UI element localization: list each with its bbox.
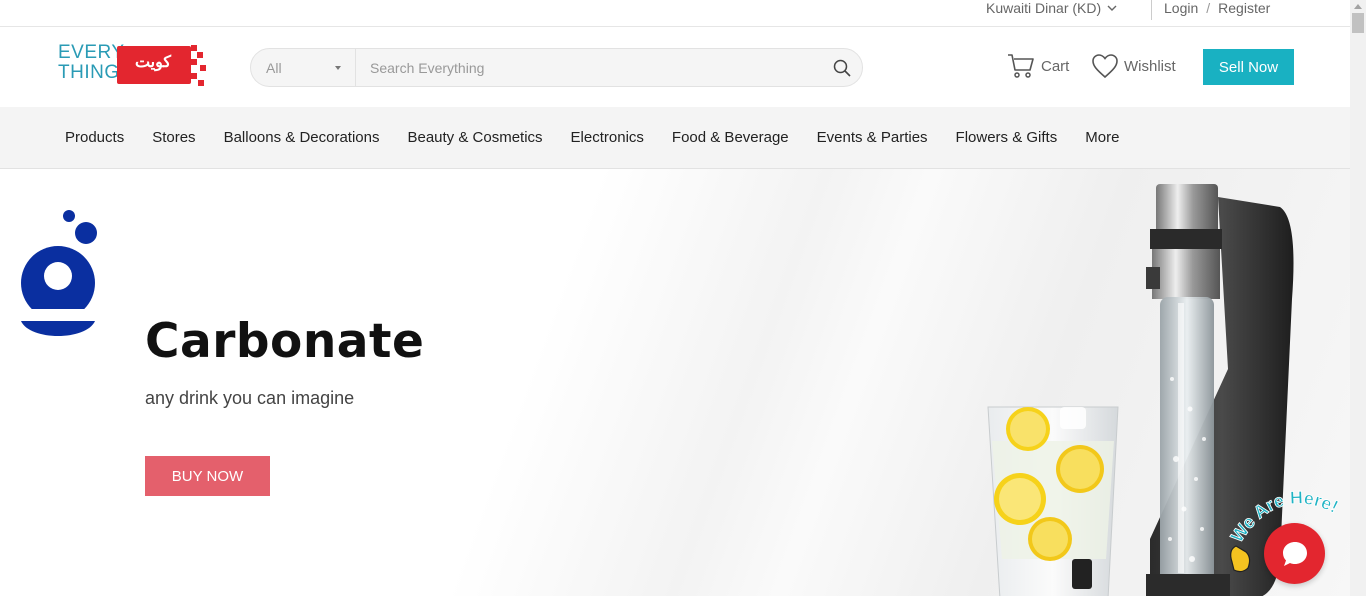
caret-down-icon <box>335 65 341 70</box>
heart-icon <box>1092 54 1118 79</box>
logo-pixel <box>191 45 197 51</box>
brand-bubble-logo <box>18 210 100 336</box>
cart-icon <box>1008 54 1034 78</box>
topbar-divider <box>1151 0 1152 20</box>
search-input[interactable] <box>356 49 822 86</box>
site-header: EVERY THING كويت All Cart Wishlist Sell … <box>0 27 1350 107</box>
register-link[interactable]: Register <box>1218 0 1270 17</box>
search-category-value: All <box>266 59 282 76</box>
hero-title: Carbonate <box>145 314 425 369</box>
wave-hand-icon <box>1230 545 1251 573</box>
logo-pixel <box>198 80 204 86</box>
nav-item-products[interactable]: Products <box>51 107 138 168</box>
chat-launcher-button[interactable] <box>1264 523 1325 584</box>
category-nav: Products Stores Balloons & Decorations B… <box>0 107 1350 169</box>
logo-arabic-text: كويت <box>134 54 172 71</box>
currency-label: Kuwaiti Dinar (KD) <box>986 0 1102 16</box>
logo-line-2: THING <box>58 62 120 83</box>
search-category-select[interactable]: All <box>251 49 356 86</box>
nav-item-beauty-cosmetics[interactable]: Beauty & Cosmetics <box>393 107 556 168</box>
category-nav-list: Products Stores Balloons & Decorations B… <box>51 107 1133 168</box>
search-icon <box>833 59 851 77</box>
hero-subtitle: any drink you can imagine <box>145 388 355 408</box>
logo-pixel <box>191 59 197 65</box>
currency-selector[interactable]: Kuwaiti Dinar (KD) <box>986 0 1117 17</box>
search-button[interactable] <box>822 49 862 86</box>
logo-pixel <box>197 52 203 58</box>
chevron-down-icon <box>1107 5 1117 11</box>
auth-separator: / <box>1206 0 1211 16</box>
nav-item-events-parties[interactable]: Events & Parties <box>803 107 942 168</box>
scroll-up-arrow-icon[interactable] <box>1354 4 1362 9</box>
auth-links: Login / Register <box>1164 0 1270 17</box>
page-scrollbar[interactable] <box>1350 0 1366 596</box>
chat-icon <box>1282 541 1307 566</box>
nav-item-balloons-decorations[interactable]: Balloons & Decorations <box>210 107 394 168</box>
sell-now-button[interactable]: Sell Now <box>1203 49 1294 85</box>
wishlist-link[interactable]: Wishlist <box>1091 53 1176 79</box>
logo-line-1: EVERY <box>58 42 125 63</box>
wishlist-label: Wishlist <box>1124 57 1176 75</box>
nav-item-flowers-gifts[interactable]: Flowers & Gifts <box>942 107 1072 168</box>
logo-pixel <box>191 73 197 79</box>
nav-item-electronics[interactable]: Electronics <box>557 107 658 168</box>
nav-item-more[interactable]: More <box>1071 107 1133 168</box>
nav-item-stores[interactable]: Stores <box>138 107 209 168</box>
search-bar: All <box>250 48 863 87</box>
login-link[interactable]: Login <box>1164 0 1198 17</box>
buy-now-button[interactable]: BUY NOW <box>145 456 270 496</box>
logo-wordmark: EVERY THING <box>58 43 125 83</box>
hero-banner: Carbonate any drink you can imagine BUY … <box>0 169 1350 596</box>
cart-link[interactable]: Cart <box>1007 53 1069 79</box>
scrollbar-thumb[interactable] <box>1352 13 1364 33</box>
top-utility-bar: Kuwaiti Dinar (KD) Login / Register <box>0 0 1350 27</box>
logo-pixel <box>200 65 206 71</box>
nav-item-food-beverage[interactable]: Food & Beverage <box>658 107 803 168</box>
site-logo[interactable]: EVERY THING كويت <box>58 43 208 89</box>
cart-label: Cart <box>1041 57 1070 75</box>
